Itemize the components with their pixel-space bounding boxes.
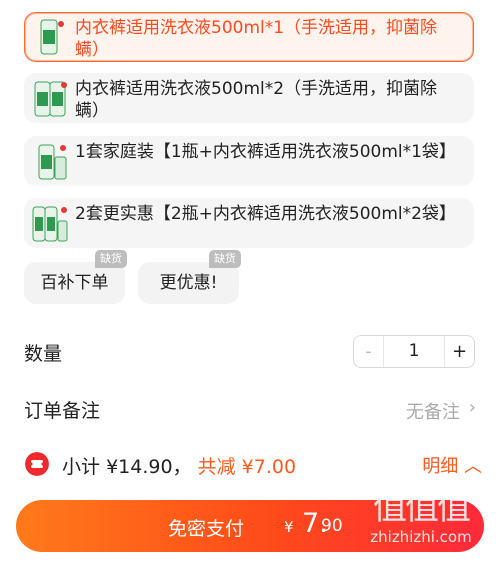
sku-option-4[interactable]: 2套更实惠【2瓶+内衣裤适用洗衣液500ml*2袋】 [24, 198, 474, 248]
discount-label: 共减 [197, 456, 236, 478]
detail-toggle[interactable]: 明细 ︿ [422, 452, 482, 478]
subtotal-label: 小计 [62, 456, 101, 478]
sku-chip-label: 百补下单 [40, 273, 109, 293]
subtotal-value: ¥14.90， [106, 456, 192, 478]
quantity-stepper[interactable]: - 1 + [353, 335, 475, 368]
sku-option-3[interactable]: 1套家庭装【1瓶+内衣裤适用洗衣液500ml*1袋】 [24, 136, 474, 186]
discount-value: ¥7.00 [241, 456, 297, 478]
sku-option-label: 1套家庭装【1瓶+内衣裤适用洗衣液500ml*1袋】 [75, 142, 456, 162]
product-thumbnail-icon [40, 19, 64, 55]
sku-chip-label: 更优惠! [159, 273, 218, 293]
detail-label: 明细 [422, 456, 459, 477]
remark-value[interactable]: 无备注 [406, 398, 460, 424]
sku-option-label: 2套更实惠【2瓶+内衣裤适用洗衣液500ml*2袋】 [75, 204, 456, 224]
pay-amount-decimal: 90 [321, 516, 343, 536]
chevron-right-icon: › [468, 397, 476, 418]
quantity-value[interactable]: 1 [384, 336, 444, 367]
decrease-button[interactable]: - [354, 336, 384, 367]
pay-currency: ¥ [284, 518, 294, 536]
sku-chip-youhui[interactable]: 更优惠! [138, 262, 239, 304]
watermark-url: zhizhizhi.com [370, 528, 472, 546]
watermark: 值值值 zhizhizhi.com [356, 488, 486, 546]
pay-button-label: 免密支付 [168, 518, 245, 540]
sku-sheet: 内衣裤适用洗衣液500ml*1（手洗适用，抑菌除螨） 内衣裤适用洗衣液500ml… [0, 0, 500, 438]
product-thumbnail-icon [38, 144, 67, 180]
product-thumbnail-icon [32, 206, 68, 242]
product-thumbnail-icon [34, 81, 67, 117]
price-summary: 小计 ¥14.90， 共减 ¥7.00 [62, 452, 296, 479]
sold-out-badge: 缺货 [209, 250, 241, 268]
sku-option-2[interactable]: 内衣裤适用洗衣液500ml*2（手洗适用，抑菌除螨） [24, 73, 474, 123]
sku-option-label: 内衣裤适用洗衣液500ml*1（手洗适用，抑菌除螨） [75, 18, 438, 60]
coupon-icon [25, 452, 49, 476]
sold-out-badge: 缺货 [95, 250, 127, 268]
watermark-logo: 值值值 [373, 488, 471, 528]
sku-chip-baibu[interactable]: 百补下单 [24, 262, 125, 304]
sku-option-label: 内衣裤适用洗衣液500ml*2（手洗适用，抑菌除螨） [75, 79, 438, 121]
chevron-up-icon: ︿ [464, 456, 482, 477]
increase-button[interactable]: + [444, 336, 474, 367]
quantity-label: 数量 [24, 343, 63, 365]
sku-option-1[interactable]: 内衣裤适用洗衣液500ml*1（手洗适用，抑菌除螨） [24, 12, 474, 62]
